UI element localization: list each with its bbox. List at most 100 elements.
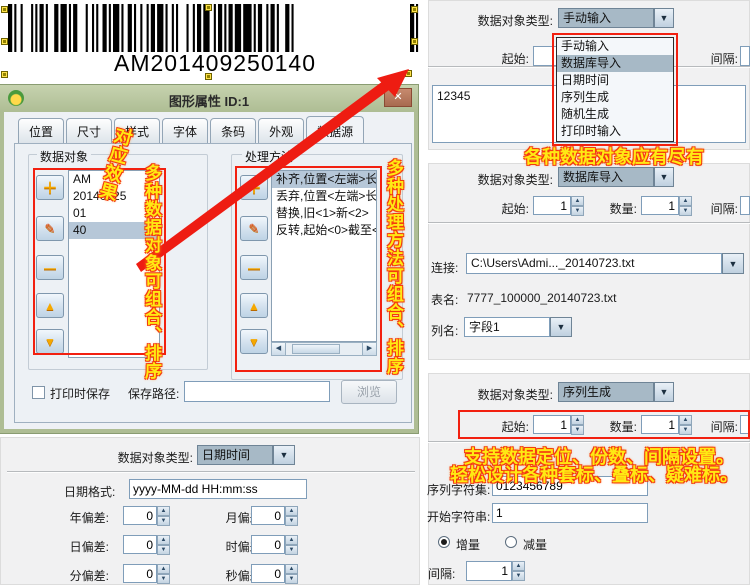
combo-arrow-icon[interactable]: ▼ — [550, 317, 572, 337]
interval-field-cut[interactable] — [740, 415, 750, 434]
minute-offset-spinner[interactable] — [123, 564, 157, 583]
spinner-buttons[interactable]: ▲▼ — [157, 506, 170, 525]
selection-handle[interactable] — [1, 6, 8, 13]
save-path-input[interactable] — [184, 381, 330, 402]
spinner-buttons[interactable]: ▲▼ — [679, 415, 692, 434]
type-combobox[interactable]: 日期时间 — [197, 445, 273, 465]
tab-barcode[interactable]: 条码 — [210, 118, 256, 143]
edit-object-button[interactable]: ✎ — [36, 216, 64, 241]
spin-up-icon: ▲ — [512, 561, 525, 571]
spin-down-icon: ▼ — [679, 425, 692, 435]
dialog-titlebar[interactable]: 图形属性 ID:1 ✕ — [0, 85, 418, 112]
spinner-buttons[interactable]: ▲▼ — [285, 564, 298, 583]
combo-arrow-icon[interactable]: ▼ — [722, 253, 744, 274]
connection-combobox[interactable]: C:\Users\Admi..._20140723.txt — [466, 253, 722, 274]
spin-down-icon: ▼ — [571, 425, 584, 435]
remove-object-button[interactable]: — — [36, 255, 64, 280]
remove-method-button[interactable]: — — [240, 255, 268, 280]
dropdown-option[interactable]: 随机生成 — [557, 106, 673, 123]
list-item[interactable]: 丢弃,位置<左端>长度< — [272, 188, 376, 205]
selection-handle[interactable] — [411, 38, 418, 45]
graphic-properties-dialog: 图形属性 ID:1 ✕ 位置 尺寸 样式 字体 条码 外观 数据源 数据对象 ＋… — [0, 85, 418, 433]
spinner-buttons[interactable]: ▲▼ — [679, 196, 692, 215]
date-format-input[interactable] — [129, 479, 307, 499]
second-offset-spinner[interactable] — [251, 564, 285, 583]
selection-handle[interactable] — [1, 71, 8, 78]
spinner-buttons[interactable]: ▲▼ — [512, 561, 525, 581]
spinner-buttons[interactable]: ▲▼ — [157, 564, 170, 583]
tab-datasource[interactable]: 数据源 — [306, 116, 364, 143]
spinner-buttons[interactable]: ▲▼ — [157, 535, 170, 554]
plus-icon: ＋ — [42, 177, 57, 198]
selection-handle[interactable] — [205, 73, 212, 80]
separator — [7, 471, 415, 473]
start-spinner[interactable] — [533, 196, 571, 215]
count-spinner[interactable] — [641, 415, 679, 434]
dropdown-option[interactable]: 手动输入 — [557, 38, 673, 55]
combo-arrow-icon[interactable]: ▼ — [654, 167, 674, 187]
methods-group-label: 处理方法 — [242, 148, 296, 165]
move-method-up-button[interactable]: ▲ — [240, 293, 268, 318]
increment-radio[interactable] — [438, 536, 450, 548]
combo-arrow-icon[interactable]: ▼ — [654, 8, 674, 28]
type-dropdown-list: 手动输入 数据库导入 日期时间 序列生成 随机生成 打印时输入 — [556, 37, 674, 142]
annotation-support-note2: 轻松设计各种套标、叠标、疑难标。 — [450, 461, 738, 487]
decrement-radio[interactable] — [505, 536, 517, 548]
datetime-panel: 数据对象类型: 日期时间 ▼ 日期格式: 年偏差: ▲▼ 月偏差: ▲▼ 日偏差… — [0, 437, 420, 585]
dropdown-option-highlighted[interactable]: 数据库导入 — [557, 55, 673, 72]
interval-field-cut[interactable] — [740, 196, 750, 215]
interval-field-cut[interactable] — [740, 46, 750, 66]
barcode-object[interactable]: AM201409250140 — [0, 0, 445, 85]
plus-icon: ＋ — [246, 177, 261, 198]
spinner-buttons[interactable]: ▲▼ — [571, 415, 584, 434]
combo-arrow-icon[interactable]: ▼ — [654, 382, 674, 402]
year-offset-spinner[interactable] — [123, 506, 157, 525]
start-spinner[interactable] — [533, 415, 571, 434]
type-combobox[interactable]: 序列生成 — [558, 382, 654, 402]
tab-size[interactable]: 尺寸 — [66, 118, 112, 143]
tab-position[interactable]: 位置 — [18, 118, 64, 143]
selection-handle[interactable] — [205, 4, 212, 11]
scroll-thumb[interactable] — [292, 344, 340, 354]
edit-method-button[interactable]: ✎ — [240, 216, 268, 241]
selection-handle[interactable] — [1, 38, 8, 45]
scroll-left-icon[interactable]: ◀ — [272, 343, 286, 355]
count-spinner[interactable] — [641, 196, 679, 215]
dropdown-option[interactable]: 打印时输入 — [557, 123, 673, 140]
type-combobox[interactable]: 手动输入 — [558, 8, 654, 28]
dropdown-option[interactable]: 日期时间 — [557, 72, 673, 89]
start-string-input[interactable] — [492, 503, 648, 523]
type-combobox[interactable]: 数据库导入 — [558, 167, 654, 187]
spinner-buttons[interactable]: ▲▼ — [285, 506, 298, 525]
save-on-print-checkbox[interactable] — [32, 386, 45, 399]
selection-handle[interactable] — [411, 6, 418, 13]
scroll-right-icon[interactable]: ▶ — [362, 343, 376, 355]
month-offset-spinner[interactable] — [251, 506, 285, 525]
arrow-down-icon: ▼ — [44, 335, 56, 349]
spinner-buttons[interactable]: ▲▼ — [285, 535, 298, 554]
move-object-down-button[interactable]: ▼ — [36, 329, 64, 354]
spinner-buttons[interactable]: ▲▼ — [571, 196, 584, 215]
day-offset-spinner[interactable] — [123, 535, 157, 554]
list-item[interactable]: 反转,起始<0>截至<16 — [272, 222, 376, 239]
list-item-selected[interactable]: 补齐,位置<左端>长度< — [272, 171, 376, 188]
tab-appearance[interactable]: 外观 — [258, 118, 304, 143]
selection-handle[interactable] — [405, 70, 412, 77]
browse-button[interactable]: 浏览 — [341, 380, 397, 404]
add-object-button[interactable]: ＋ — [36, 175, 64, 200]
tab-font[interactable]: 字体 — [162, 118, 208, 143]
interval-label: 间隔: — [694, 50, 738, 67]
methods-hscrollbar[interactable]: ◀ ▶ — [271, 342, 377, 356]
hour-offset-spinner[interactable] — [251, 535, 285, 554]
list-item[interactable]: 替换,旧<1>新<2> — [272, 205, 376, 222]
separator — [428, 222, 750, 224]
spin-up-icon: ▲ — [679, 196, 692, 206]
interval2-spinner[interactable] — [466, 561, 512, 581]
close-button[interactable]: ✕ — [384, 88, 412, 107]
move-method-down-button[interactable]: ▼ — [240, 329, 268, 354]
combo-arrow-icon[interactable]: ▼ — [273, 445, 295, 465]
dropdown-option[interactable]: 序列生成 — [557, 89, 673, 106]
column-combobox[interactable]: 字段1 — [464, 317, 550, 337]
add-method-button[interactable]: ＋ — [240, 175, 268, 200]
move-object-up-button[interactable]: ▲ — [36, 293, 64, 318]
